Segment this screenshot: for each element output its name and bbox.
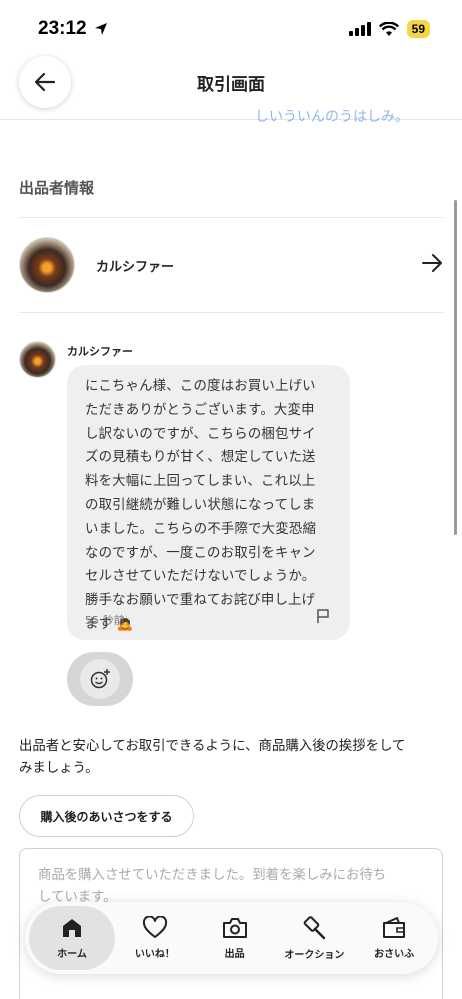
bottom-nav: ホーム いいね！ 出品 オークション おさいふ — [25, 902, 438, 974]
arrow-right-icon — [422, 254, 442, 272]
message-line: いました。こちらの不手際で大変恐縮 — [85, 521, 317, 537]
nav-sell[interactable]: 出品 — [195, 906, 275, 970]
seller-row[interactable]: カルシファー — [19, 236, 443, 294]
divider — [19, 217, 443, 218]
signal-icon — [348, 22, 371, 36]
seller-section-title: 出品者情報 — [19, 179, 95, 197]
nav-wallet[interactable]: おさいふ — [354, 906, 434, 970]
message-line: 勝手なお願いで重ねてお詫び申し上げ — [85, 593, 316, 609]
cut-off-link[interactable]: しいういんのうはしみ。 — [255, 106, 409, 126]
home-icon — [63, 919, 81, 937]
seller-name: カルシファー — [96, 259, 175, 275]
message-line: なのですが、一度このお取引をキャン — [85, 545, 316, 561]
nav-wallet-label: おさいふ — [374, 949, 415, 960]
nav-auction[interactable]: オークション — [275, 906, 355, 970]
reaction-inner — [80, 659, 120, 699]
scrollbar[interactable] — [454, 200, 457, 535]
wallet-icon — [383, 917, 406, 938]
message-line: セルさせていただけないでしょうか。 — [85, 569, 316, 585]
page-title: 取引画面 — [197, 75, 265, 95]
add-emoji-icon — [90, 669, 110, 689]
nav-likes[interactable]: いいね！ — [115, 906, 195, 970]
message-line: し訳ないのですが、こちらの梱包サイ — [85, 426, 316, 442]
message-line: にこちゃん様、この度はお買い上げい — [85, 379, 316, 394]
sender-avatar[interactable] — [19, 341, 56, 378]
add-reaction-button[interactable] — [67, 652, 133, 706]
battery-indicator: 59 — [406, 20, 430, 38]
nav-likes-label: いいね！ — [134, 949, 175, 960]
input-line: 商品を購入させていただきました。到着を楽しみにお待ち — [38, 868, 387, 883]
nav-sell-label: 出品 — [224, 949, 245, 960]
message-line: ただきありがとうございます。大変申 — [85, 402, 315, 418]
status-time: 23:12 — [38, 18, 109, 40]
message-bubble: にこちゃん様、この度はお買い上げい ただきありがとうございます。大変申 し訳ない… — [67, 365, 350, 640]
guide-line: みましょう。 — [19, 761, 99, 776]
message-line: 料を大幅に上回ってしまい、これ以上 — [85, 474, 316, 490]
message-text: にこちゃん様、この度はお買い上げい ただきありがとうございます。大変申 し訳ない… — [85, 375, 336, 637]
message-line: の取引継続が難しい状態になってしま — [85, 497, 316, 513]
guide-line: 出品者と安心してお取引できるように、商品購入後の挨拶をして — [19, 739, 406, 754]
divider — [19, 312, 443, 313]
status-indicators: 59 — [348, 20, 430, 38]
greeting-button[interactable]: 購入後のあいさつをする — [19, 795, 194, 837]
nav-home-label: ホーム — [57, 949, 87, 960]
gavel-icon — [304, 916, 326, 940]
message-line: ズの見積もりが甘く、想定していた送 — [85, 450, 316, 466]
clock-text: 23:12 — [38, 18, 87, 39]
message-timestamp: 55 秒前 — [85, 614, 125, 627]
nav-home[interactable]: ホーム — [29, 906, 115, 970]
sender-name: カルシファー — [67, 345, 133, 358]
camera-icon — [222, 918, 247, 938]
heart-icon — [142, 916, 167, 938]
location-arrow-icon — [94, 23, 107, 35]
seller-avatar — [19, 237, 75, 293]
wifi-icon — [378, 21, 399, 36]
flag-icon[interactable] — [316, 608, 330, 624]
status-bar: 23:12 59 — [0, 0, 462, 60]
nav-auction-label: オークション — [284, 950, 345, 961]
guide-text: 出品者と安心してお取引できるように、商品購入後の挨拶をして みましょう。 — [19, 736, 449, 780]
